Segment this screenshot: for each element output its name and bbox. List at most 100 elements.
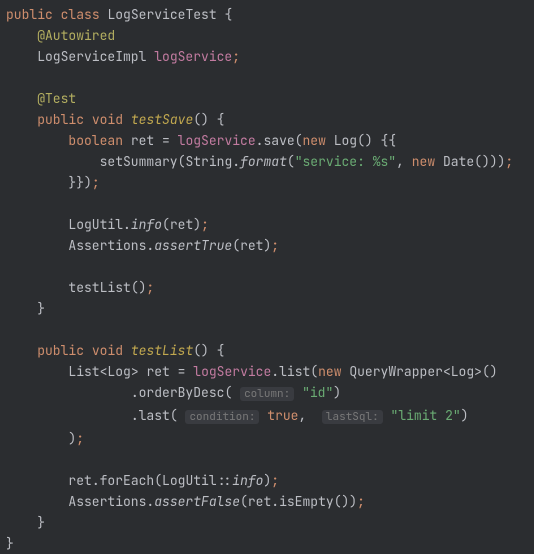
paren: ( <box>232 237 240 254</box>
type: Assertions <box>68 493 146 510</box>
brace: {{ <box>381 132 397 149</box>
dot: . <box>131 384 139 401</box>
method-name: testSave <box>131 111 193 128</box>
static-call: assertTrue <box>154 237 232 254</box>
brace: } <box>37 514 45 531</box>
code-line: testList(); <box>6 277 534 298</box>
code-line: List<Log> ret = logService.list(new Quer… <box>6 361 534 382</box>
type: LogUtil <box>162 472 217 489</box>
annotation: @Test <box>37 90 76 107</box>
boolean: true <box>267 407 298 424</box>
parens: () <box>357 132 373 149</box>
method-call: testList <box>68 279 130 296</box>
field: logService <box>178 132 256 149</box>
code-line: public void testSave() { <box>6 109 534 130</box>
paren: ) <box>193 216 201 233</box>
semicolon: ; <box>271 237 279 254</box>
paren: ( <box>154 472 162 489</box>
parens: () <box>131 279 147 296</box>
brace: { <box>224 6 232 23</box>
parens: () <box>334 493 350 510</box>
class-name: LogServiceTest <box>107 6 216 23</box>
keyword: public <box>37 342 84 359</box>
semicolon: ; <box>76 430 84 447</box>
code-editor[interactable]: public class LogServiceTest { @Autowired… <box>6 4 534 554</box>
code-line <box>6 449 534 470</box>
variable: ret <box>146 363 169 380</box>
code-line: LogServiceImpl logService; <box>6 46 534 67</box>
keyword: public <box>6 6 53 23</box>
keyword: boolean <box>68 132 123 149</box>
method-call: forEach <box>100 472 155 489</box>
semicolon: ; <box>357 493 365 510</box>
field: logService <box>193 363 271 380</box>
type: Assertions <box>68 237 146 254</box>
type: Date <box>443 153 474 170</box>
type: Log <box>107 363 130 380</box>
code-line: .orderByDesc( column: "id") <box>6 382 534 405</box>
method-call: setSummary <box>100 153 178 170</box>
paren: ) <box>349 493 357 510</box>
semicolon: ; <box>271 472 279 489</box>
brace: { <box>217 342 225 359</box>
keyword: public <box>37 111 84 128</box>
code-line: @Autowired <box>6 25 534 46</box>
code-line: .last( condition: true, lastSql: "limit … <box>6 405 534 428</box>
method-name: testList <box>131 342 193 359</box>
variable: ret <box>240 237 263 254</box>
type: Log <box>451 363 474 380</box>
dot: . <box>131 407 139 424</box>
method-ref: :: <box>217 472 233 489</box>
angle: > <box>474 363 482 380</box>
paren: ) <box>461 407 469 424</box>
semicolon: ; <box>201 216 209 233</box>
type: LogServiceImpl <box>37 48 146 65</box>
variable: ret <box>131 132 154 149</box>
static-call: assertFalse <box>154 493 240 510</box>
type: List <box>68 363 99 380</box>
brace: }}) <box>68 174 91 191</box>
code-line: public void testList() { <box>6 340 534 361</box>
paren: ( <box>240 493 248 510</box>
keyword: void <box>92 111 123 128</box>
paren: ( <box>310 363 318 380</box>
semicolon: ; <box>146 279 154 296</box>
inlay-hint: column: <box>240 387 294 401</box>
keyword: void <box>92 342 123 359</box>
type: LogUtil <box>68 216 123 233</box>
code-line: Assertions.assertTrue(ret); <box>6 235 534 256</box>
static-call: info <box>232 472 263 489</box>
brace: } <box>37 300 45 317</box>
dot: . <box>232 153 240 170</box>
code-line: Assertions.assertFalse(ret.isEmpty()); <box>6 491 534 512</box>
keyword: new <box>318 363 341 380</box>
annotation: @Autowired <box>37 27 115 44</box>
code-line: ret.forEach(LogUtil::info); <box>6 470 534 491</box>
semicolon: ; <box>505 153 513 170</box>
string: "limit 2" <box>391 407 461 424</box>
method-call: orderByDesc <box>139 384 225 401</box>
code-line: } <box>6 533 534 554</box>
code-line <box>6 193 534 214</box>
variable: ret <box>248 493 271 510</box>
variable: ret <box>170 216 193 233</box>
angle: > <box>131 363 139 380</box>
paren: ( <box>224 384 232 401</box>
method-call: isEmpty <box>279 493 334 510</box>
semicolon: ; <box>92 174 100 191</box>
method-call: list <box>279 363 310 380</box>
code-line: @Test <box>6 88 534 109</box>
keyword: new <box>412 153 435 170</box>
brace: } <box>6 535 14 552</box>
paren: ( <box>170 407 178 424</box>
code-line: } <box>6 512 534 533</box>
method-call: save <box>263 132 294 149</box>
paren: ( <box>162 216 170 233</box>
keyword: new <box>302 132 325 149</box>
type: Log <box>334 132 357 149</box>
paren: ) <box>333 384 341 401</box>
field: logService <box>154 48 232 65</box>
operator: = <box>170 363 193 380</box>
type: QueryWrapper <box>349 363 443 380</box>
comma: , <box>298 407 306 424</box>
